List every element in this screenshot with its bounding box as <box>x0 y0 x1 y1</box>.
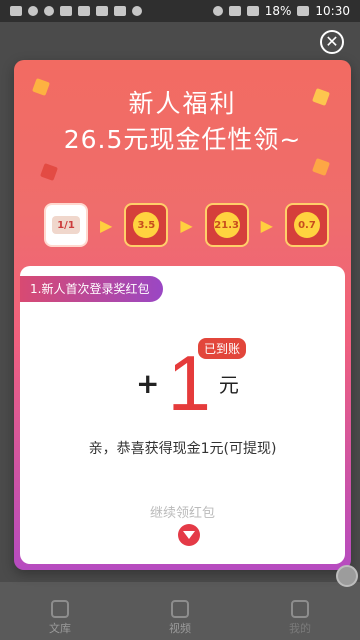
nav-item-mine[interactable]: 我的 <box>289 600 311 636</box>
location-icon <box>212 6 223 16</box>
bottom-navigation: 文库 视频 我的 <box>0 582 360 640</box>
step-value: 0.7 <box>293 212 320 238</box>
nav-item-library[interactable]: 文库 <box>49 600 71 636</box>
battery-percent: 18% <box>264 4 292 18</box>
dot-icon <box>132 6 142 16</box>
chevron-down-icon[interactable] <box>178 524 200 546</box>
plus-sign: + <box>136 366 160 400</box>
close-icon: ✕ <box>325 32 339 51</box>
arrow-right-icon: ▶ <box>100 215 113 235</box>
step-2: 3.5 <box>124 203 169 247</box>
step-value: 1/1 <box>52 216 80 234</box>
amount-unit: 元 <box>218 372 239 397</box>
nav-label: 我的 <box>289 622 311 635</box>
arrow-right-icon: ▶ <box>260 215 273 235</box>
battery-icon <box>297 6 310 16</box>
wifi-icon <box>228 6 241 16</box>
step-4: 0.7 <box>284 203 329 247</box>
qq-icon <box>44 6 54 16</box>
wechat-icon <box>60 6 72 16</box>
nav-label: 视频 <box>169 622 191 635</box>
reward-tag: 1.新人首次登录奖红包 <box>20 276 164 302</box>
clock: 10:30 <box>315 4 350 18</box>
play-icon <box>171 600 189 618</box>
notification-icons <box>10 6 142 16</box>
image-icon <box>114 6 126 16</box>
person-icon <box>291 600 309 618</box>
reward-card: 1.新人首次登录奖红包 已到账 + 1 元 亲，恭喜获得现金1元(可提现) 继续… <box>20 266 345 564</box>
reward-amount: + 1 元 <box>136 338 256 428</box>
continue-link[interactable]: 继续领红包 <box>20 502 345 521</box>
home-icon <box>51 600 69 618</box>
reward-steps: 1/1 ▶ 3.5 ▶ 21.3 ▶ 0.7 <box>44 200 329 250</box>
step-value: 3.5 <box>133 212 160 238</box>
modal-title: 新人福利 <box>128 89 237 118</box>
step-value: 21.3 <box>213 212 240 238</box>
step-3: 21.3 <box>204 203 249 247</box>
qq-icon <box>28 6 38 16</box>
confetti-decoration <box>40 163 58 181</box>
floating-assistive-button[interactable] <box>336 565 358 587</box>
nav-label: 文库 <box>49 622 71 635</box>
close-button[interactable]: ✕ <box>320 30 344 54</box>
reward-modal: 新人福利 26.5元现金任性领~ 1/1 ▶ 3.5 ▶ 21.3 ▶ 0.7 … <box>14 60 351 570</box>
bell-icon <box>10 6 22 16</box>
amount-value: 1 <box>167 339 211 427</box>
step-1: 1/1 <box>44 203 88 247</box>
wechat-icon <box>78 6 90 16</box>
system-icons: 18% 10:30 <box>212 4 350 18</box>
nav-item-video[interactable]: 视频 <box>169 600 191 636</box>
congrats-message: 亲，恭喜获得现金1元(可提现) <box>88 441 277 457</box>
app-icon <box>96 6 108 16</box>
confetti-decoration <box>312 158 330 176</box>
signal-icon <box>246 6 259 16</box>
modal-subtitle: 26.5元现金任性领~ <box>63 125 302 154</box>
arrow-right-icon: ▶ <box>180 215 193 235</box>
status-bar: 18% 10:30 <box>0 0 360 22</box>
